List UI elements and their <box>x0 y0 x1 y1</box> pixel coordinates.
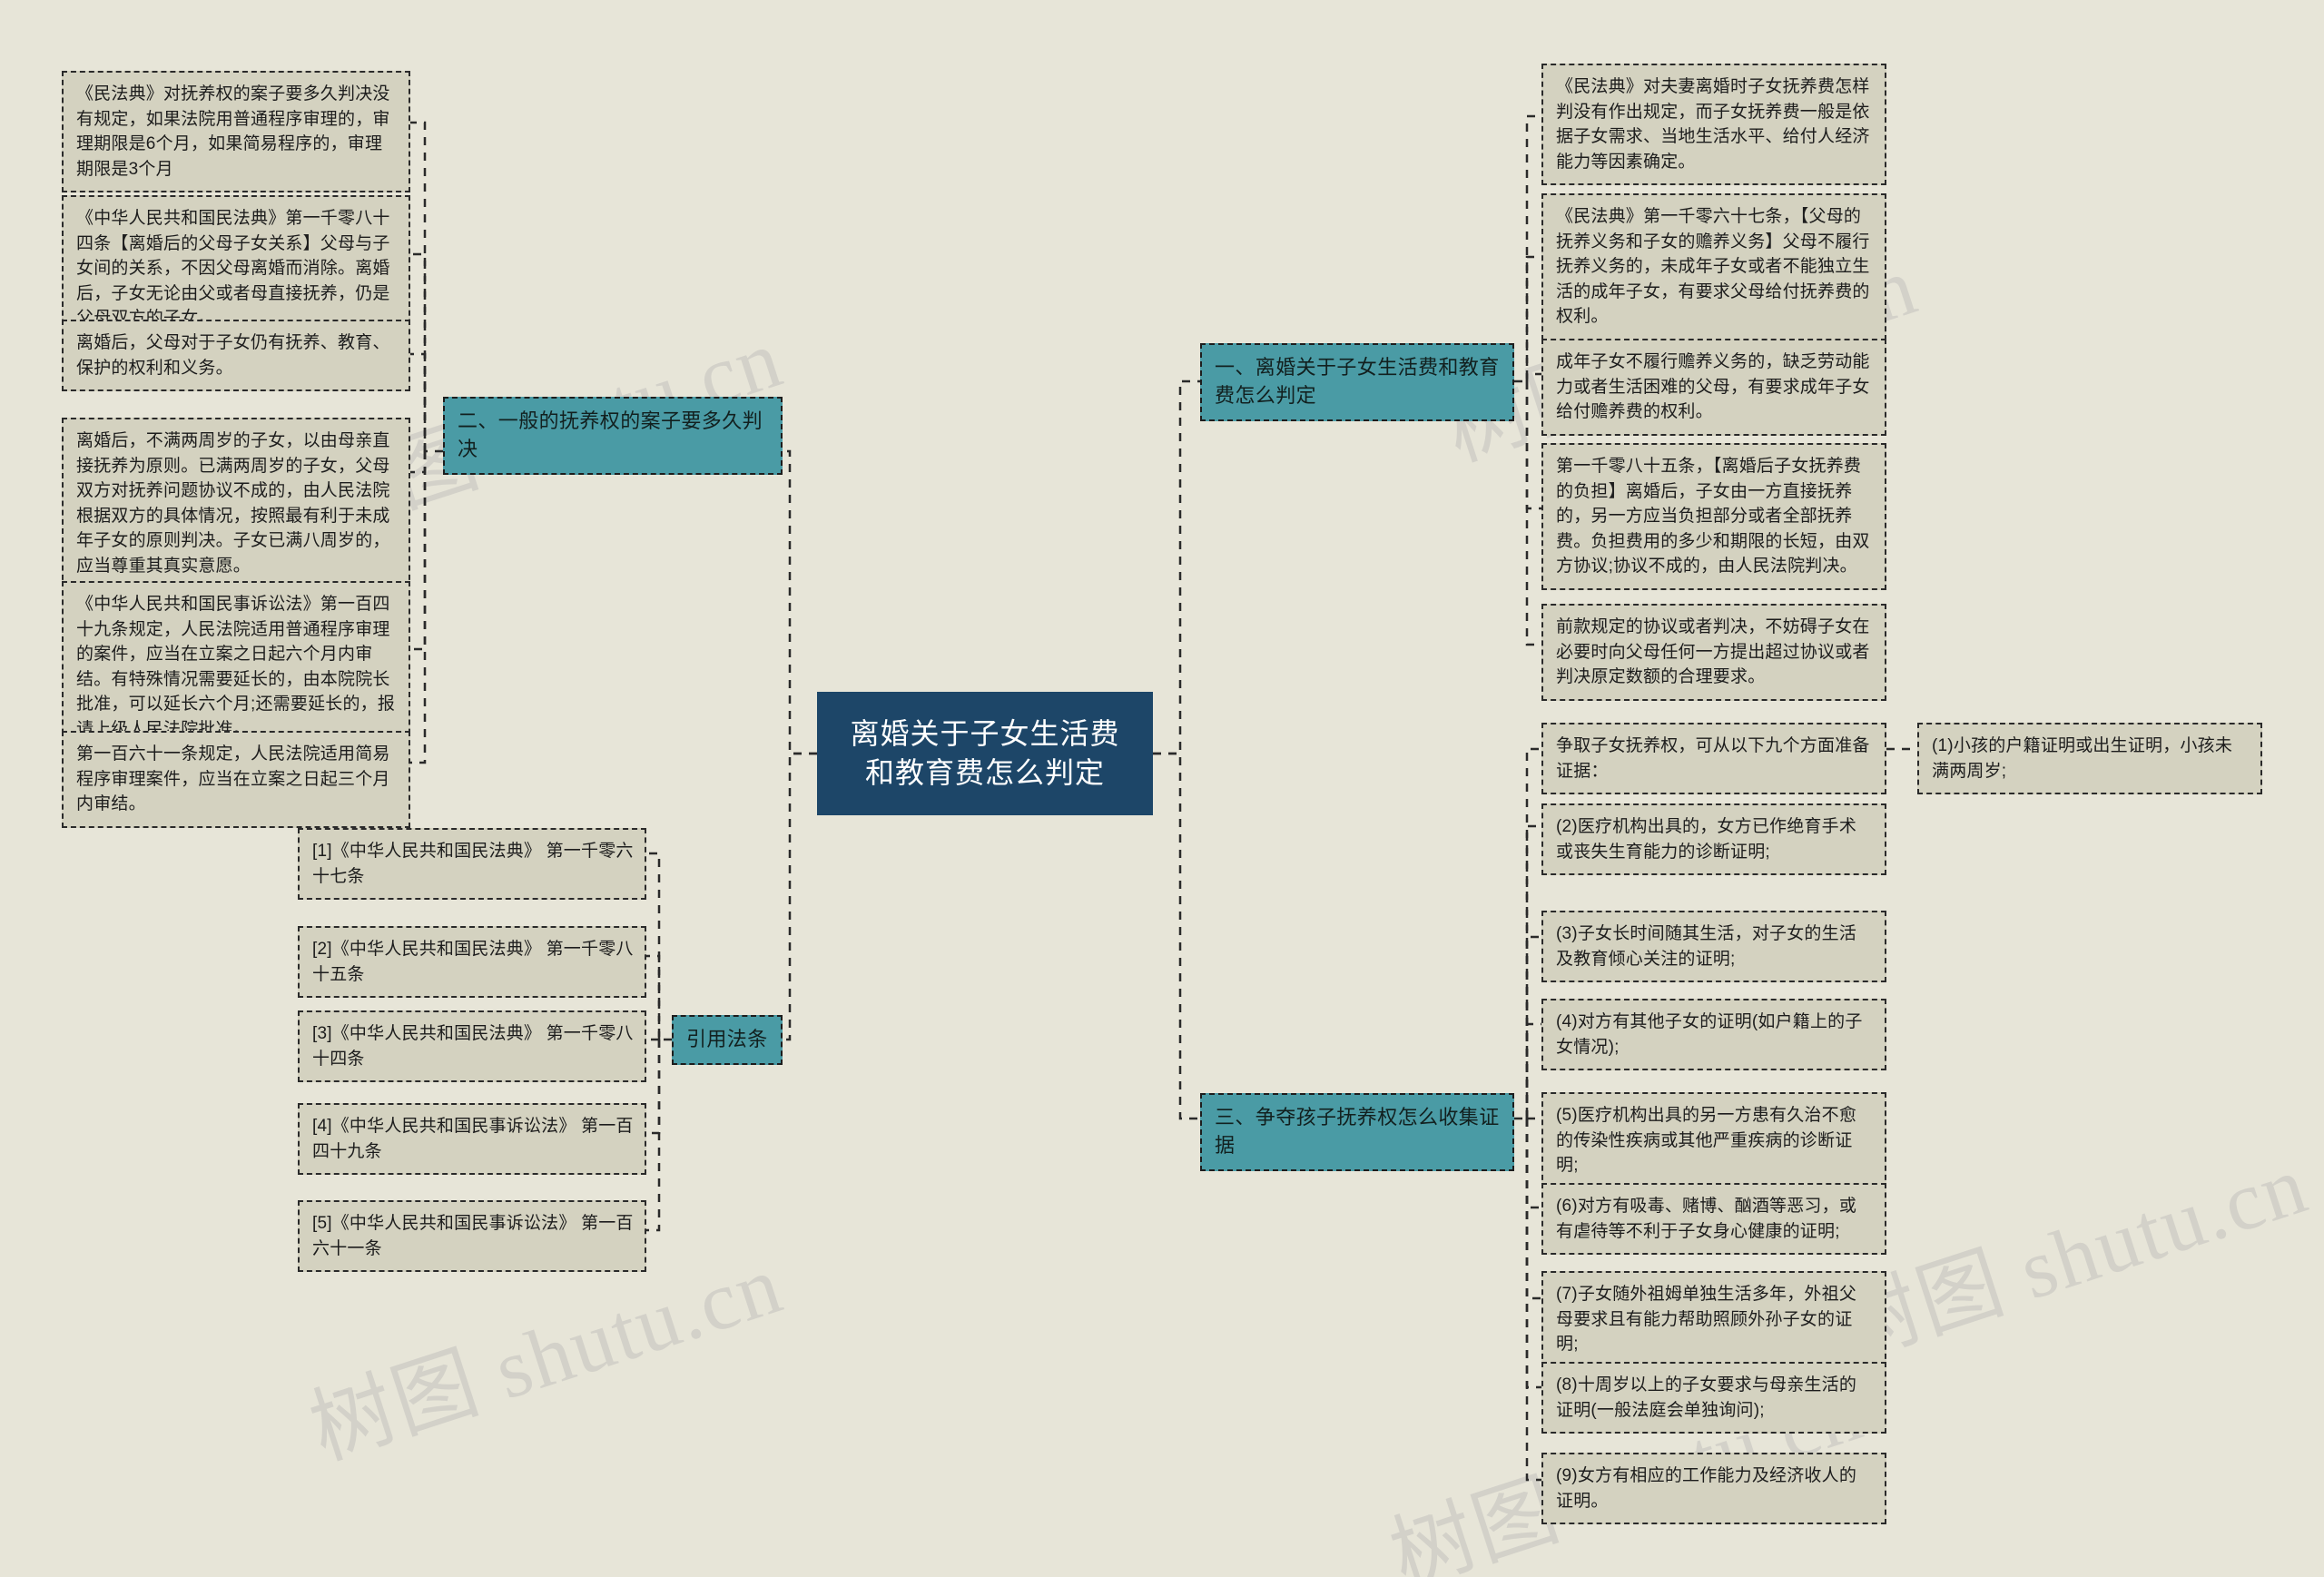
branch-two-item[interactable]: 离婚后，父母对于子女仍有抚养、教育、保护的权利和义务。 <box>62 320 410 392</box>
evidence-item[interactable]: (3)子女长时间随其生活，对子女的生活及教育倾心关注的证明; <box>1541 911 1886 983</box>
node-text: (6)对方有吸毒、赌博、酗酒等恶习，或有虐待等不利于子女身心健康的证明; <box>1556 1197 1857 1241</box>
node-text: 《中华人民共和国民法典》第一千零八十四条【离婚后的父母子女关系】父母与子女间的关… <box>76 209 390 329</box>
node-text: (7)子女随外祖姆单独生活多年，外祖父母要求且有能力帮助照顾外孙子女的证明; <box>1556 1285 1857 1355</box>
node-text: (1)小孩的户籍证明或出生证明，小孩未满两周岁; <box>1932 736 2233 781</box>
citation-item[interactable]: [3]《中华人民共和国民法典》 第一千零八十四条 <box>298 1010 646 1083</box>
citations-label-text: 引用法条 <box>686 1028 768 1050</box>
citation-item[interactable]: [1]《中华人民共和国民法典》 第一千零六十七条 <box>298 828 646 901</box>
evidence-item[interactable]: (4)对方有其他子女的证明(如户籍上的子女情况); <box>1541 999 1886 1071</box>
watermark: 树图 shutu.cn <box>1825 1137 2319 1377</box>
citation-item[interactable]: [4]《中华人民共和国民事诉讼法》 第一百四十九条 <box>298 1103 646 1176</box>
center-node[interactable]: 离婚关于子女生活费和教育费怎么判定 <box>817 692 1153 815</box>
node-text: [4]《中华人民共和国民事诉讼法》 第一百四十九条 <box>312 1117 634 1161</box>
branch-two-item[interactable]: 《民法典》对抚养权的案子要多久判决没有规定，如果法院用普通程序审理的，审理期限是… <box>62 71 410 193</box>
branch-one-item[interactable]: 《民法典》对夫妻离婚时子女抚养费怎样判没有作出规定，而子女抚养费一般是依据子女需… <box>1541 64 1886 186</box>
node-text: 《民法典》对夫妻离婚时子女抚养费怎样判没有作出规定，而子女抚养费一般是依据子女需… <box>1556 77 1870 172</box>
branch-one-label-text: 一、离婚关于子女生活费和教育费怎么判定 <box>1215 356 1500 407</box>
evidence-item[interactable]: (6)对方有吸毒、赌博、酗酒等恶习，或有虐待等不利于子女身心健康的证明; <box>1541 1183 1886 1256</box>
node-text: [2]《中华人民共和国民法典》 第一千零八十五条 <box>312 940 634 984</box>
branch-one-item[interactable]: 第一千零八十五条，【离婚后子女抚养费的负担】离婚后，子女由一方直接抚养的，另一方… <box>1541 443 1886 590</box>
citations-label[interactable]: 引用法条 <box>672 1015 783 1065</box>
node-text: 成年子女不履行赡养义务的，缺乏劳动能力或者生活困难的父母，有要求成年子女给付赡养… <box>1556 352 1870 422</box>
branch-two-item[interactable]: 离婚后，不满两周岁的子女，以由母亲直接抚养为原则。已满两周岁的子女，父母双方对抚… <box>62 418 410 590</box>
branch-three-label-text: 三、争夺孩子抚养权怎么收集证据 <box>1215 1106 1500 1157</box>
node-text: 争取子女抚养权，可从以下九个方面准备证据： <box>1556 736 1870 781</box>
evidence-item[interactable]: (7)子女随外祖姆单独生活多年，外祖父母要求且有能力帮助照顾外孙子女的证明; <box>1541 1271 1886 1368</box>
node-text: 第一千零八十五条，【离婚后子女抚养费的负担】离婚后，子女由一方直接抚养的，另一方… <box>1556 457 1870 577</box>
node-text: [1]《中华人民共和国民法典》 第一千零六十七条 <box>312 842 634 886</box>
node-text: 第一百六十一条规定，人民法院适用简易程序审理案件，应当在立案之日起三个月内审结。 <box>76 744 390 814</box>
evidence-item[interactable]: (5)医疗机构出具的另一方患有久治不愈的传染性疾病或其他严重疾病的诊断证明; <box>1541 1092 1886 1189</box>
branch-one-item[interactable]: 前款规定的协议或者判决，不妨碍子女在必要时向父母任何一方提出超过协议或者判决原定… <box>1541 604 1886 701</box>
node-text: (3)子女长时间随其生活，对子女的生活及教育倾心关注的证明; <box>1556 924 1857 969</box>
evidence-item[interactable]: (8)十周岁以上的子女要求与母亲生活的证明(一般法庭会单独询问); <box>1541 1362 1886 1434</box>
branch-two-item[interactable]: 第一百六十一条规定，人民法院适用简易程序审理案件，应当在立案之日起三个月内审结。 <box>62 731 410 828</box>
branch-one-label[interactable]: 一、离婚关于子女生活费和教育费怎么判定 <box>1200 343 1514 421</box>
evidence-item[interactable]: (2)医疗机构出具的，女方已作绝育手术或丧失生育能力的诊断证明; <box>1541 803 1886 876</box>
branch-one-item[interactable]: 《民法典》第一千零六十七条，【父母的抚养义务和子女的赡养义务】父母不履行抚养义务… <box>1541 193 1886 340</box>
citation-item[interactable]: [2]《中华人民共和国民法典》 第一千零八十五条 <box>298 926 646 999</box>
node-text: (9)女方有相应的工作能力及经济收人的证明。 <box>1556 1466 1857 1511</box>
branch-two-label-text: 二、一般的抚养权的案子要多久判决 <box>458 409 763 460</box>
branch-one-item[interactable]: 成年子女不履行赡养义务的，缺乏劳动能力或者生活困难的父母，有要求成年子女给付赡养… <box>1541 339 1886 436</box>
center-node-title: 离婚关于子女生活费和教育费怎么判定 <box>850 716 1120 789</box>
node-text: (2)医疗机构出具的，女方已作绝育手术或丧失生育能力的诊断证明; <box>1556 817 1857 862</box>
node-text: 离婚后，父母对于子女仍有抚养、教育、保护的权利和义务。 <box>76 333 390 378</box>
node-text: 《中华人民共和国民事诉讼法》第一百四十九条规定，人民法院适用普通程序审理的案件，… <box>76 595 396 739</box>
branch-two-item[interactable]: 《中华人民共和国民事诉讼法》第一百四十九条规定，人民法院适用普通程序审理的案件，… <box>62 581 410 754</box>
node-text: (8)十周岁以上的子女要求与母亲生活的证明(一般法庭会单独询问); <box>1556 1375 1857 1420</box>
evidence-item[interactable]: (1)小孩的户籍证明或出生证明，小孩未满两周岁; <box>1917 723 2262 795</box>
branch-two-label[interactable]: 二、一般的抚养权的案子要多久判决 <box>443 397 783 475</box>
node-text: [3]《中华人民共和国民法典》 第一千零八十四条 <box>312 1024 634 1069</box>
node-text: 《民法典》对抚养权的案子要多久判决没有规定，如果法院用普通程序审理的，审理期限是… <box>76 84 390 179</box>
node-text: (5)医疗机构出具的另一方患有久治不愈的传染性疾病或其他严重疾病的诊断证明; <box>1556 1106 1857 1176</box>
branch-three-label[interactable]: 三、争夺孩子抚养权怎么收集证据 <box>1200 1093 1514 1171</box>
mindmap-canvas: 树图 shutu.cn 树图 shutu.cn 树图 shutu.cn 树图 s… <box>0 0 2324 1577</box>
node-text: 前款规定的协议或者判决，不妨碍子女在必要时向父母任何一方提出超过协议或者判决原定… <box>1556 617 1870 687</box>
citation-item[interactable]: [5]《中华人民共和国民事诉讼法》 第一百六十一条 <box>298 1200 646 1273</box>
evidence-item[interactable]: (9)女方有相应的工作能力及经济收人的证明。 <box>1541 1453 1886 1525</box>
node-text: (4)对方有其他子女的证明(如户籍上的子女情况); <box>1556 1012 1863 1057</box>
branch-three-intro[interactable]: 争取子女抚养权，可从以下九个方面准备证据： <box>1541 723 1886 795</box>
node-text: [5]《中华人民共和国民事诉讼法》 第一百六十一条 <box>312 1214 634 1258</box>
node-text: 《民法典》第一千零六十七条，【父母的抚养义务和子女的赡养义务】父母不履行抚养义务… <box>1556 207 1870 327</box>
node-text: 离婚后，不满两周岁的子女，以由母亲直接抚养为原则。已满两周岁的子女，父母双方对抚… <box>76 431 390 576</box>
